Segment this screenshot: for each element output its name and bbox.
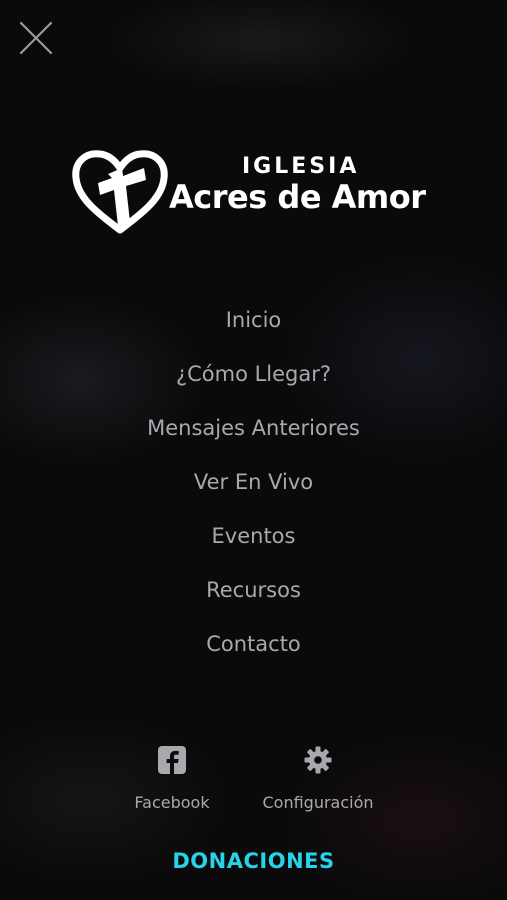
facebook-button[interactable]: Facebook bbox=[122, 745, 222, 812]
menu-item-mensajes-anteriores[interactable]: Mensajes Anteriores bbox=[0, 406, 507, 460]
menu-item-como-llegar[interactable]: ¿Cómo Llegar? bbox=[0, 352, 507, 406]
facebook-label: Facebook bbox=[134, 793, 210, 812]
close-icon bbox=[19, 21, 53, 55]
settings-label: Configuración bbox=[262, 793, 374, 812]
donate-button[interactable]: DONACIONES bbox=[0, 849, 507, 873]
heart-cross-icon bbox=[72, 150, 168, 234]
settings-button[interactable]: Configuración bbox=[252, 745, 384, 812]
church-logo: IGLESIA Acres de Amor bbox=[72, 150, 442, 234]
facebook-icon bbox=[158, 746, 186, 774]
menu-item-inicio[interactable]: Inicio bbox=[0, 298, 507, 352]
bottom-actions: Facebook Configuración bbox=[0, 745, 507, 825]
menu-item-contacto[interactable]: Contacto bbox=[0, 622, 507, 676]
menu-item-ver-en-vivo[interactable]: Ver En Vivo bbox=[0, 460, 507, 514]
main-menu: Inicio ¿Cómo Llegar? Mensajes Anteriores… bbox=[0, 298, 507, 676]
logo-line-small: IGLESIA bbox=[242, 154, 360, 179]
menu-item-eventos[interactable]: Eventos bbox=[0, 514, 507, 568]
logo-line-big: Acres de Amor bbox=[169, 178, 426, 216]
menu-screen: IGLESIA Acres de Amor Inicio ¿Cómo Llega… bbox=[0, 0, 507, 900]
close-button[interactable] bbox=[16, 18, 56, 58]
gear-icon bbox=[304, 746, 332, 774]
menu-item-recursos[interactable]: Recursos bbox=[0, 568, 507, 622]
